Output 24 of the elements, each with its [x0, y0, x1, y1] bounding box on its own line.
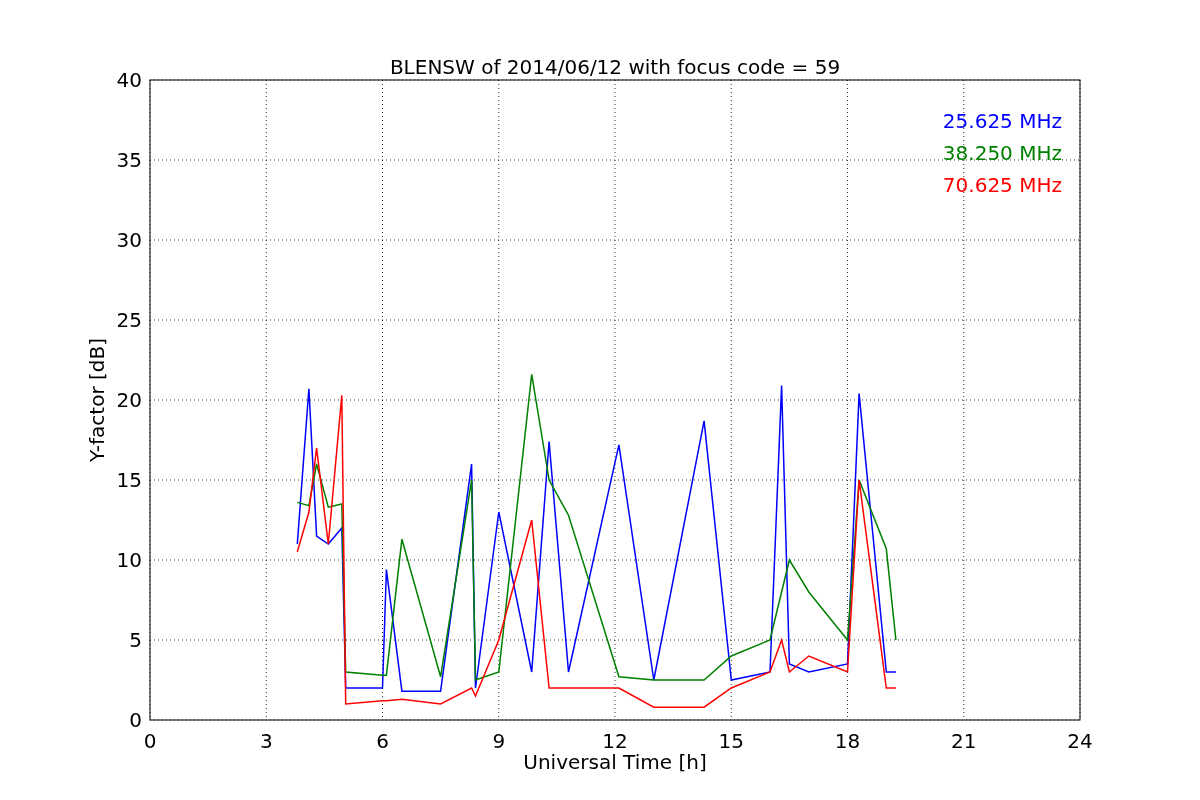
x-tick-label: 0: [143, 729, 157, 753]
y-tick-label: 0: [129, 708, 142, 732]
y-tick-label: 5: [129, 628, 142, 652]
x-tick-label: 15: [718, 729, 744, 753]
x-tick-label: 24: [1067, 729, 1093, 753]
legend-label: 70.625 MHz: [942, 173, 1062, 197]
x-tick-label: 9: [492, 729, 506, 753]
y-tick-label: 30: [116, 228, 142, 252]
y-tick-label: 40: [116, 68, 142, 92]
x-tick-label: 18: [834, 729, 861, 753]
x-tick-label: 21: [951, 729, 977, 753]
y-axis-label: Y-factor [dB]: [85, 338, 109, 462]
chart-title: BLENSW of 2014/06/12 with focus code = 59: [389, 55, 841, 79]
y-tick-label: 20: [116, 388, 142, 412]
legend-label: 25.625 MHz: [942, 109, 1062, 133]
y-tick-label: 15: [116, 468, 142, 492]
x-tick-label: 12: [602, 729, 628, 753]
y-tick-label: 25: [116, 308, 142, 332]
legend-label: 38.250 MHz: [942, 141, 1062, 165]
y-tick-label: 35: [116, 148, 142, 172]
x-axis-label: Universal Time [h]: [523, 750, 707, 774]
y-tick-label: 10: [116, 548, 142, 572]
x-tick-label: 6: [376, 729, 389, 753]
x-tick-label: 3: [259, 729, 273, 753]
